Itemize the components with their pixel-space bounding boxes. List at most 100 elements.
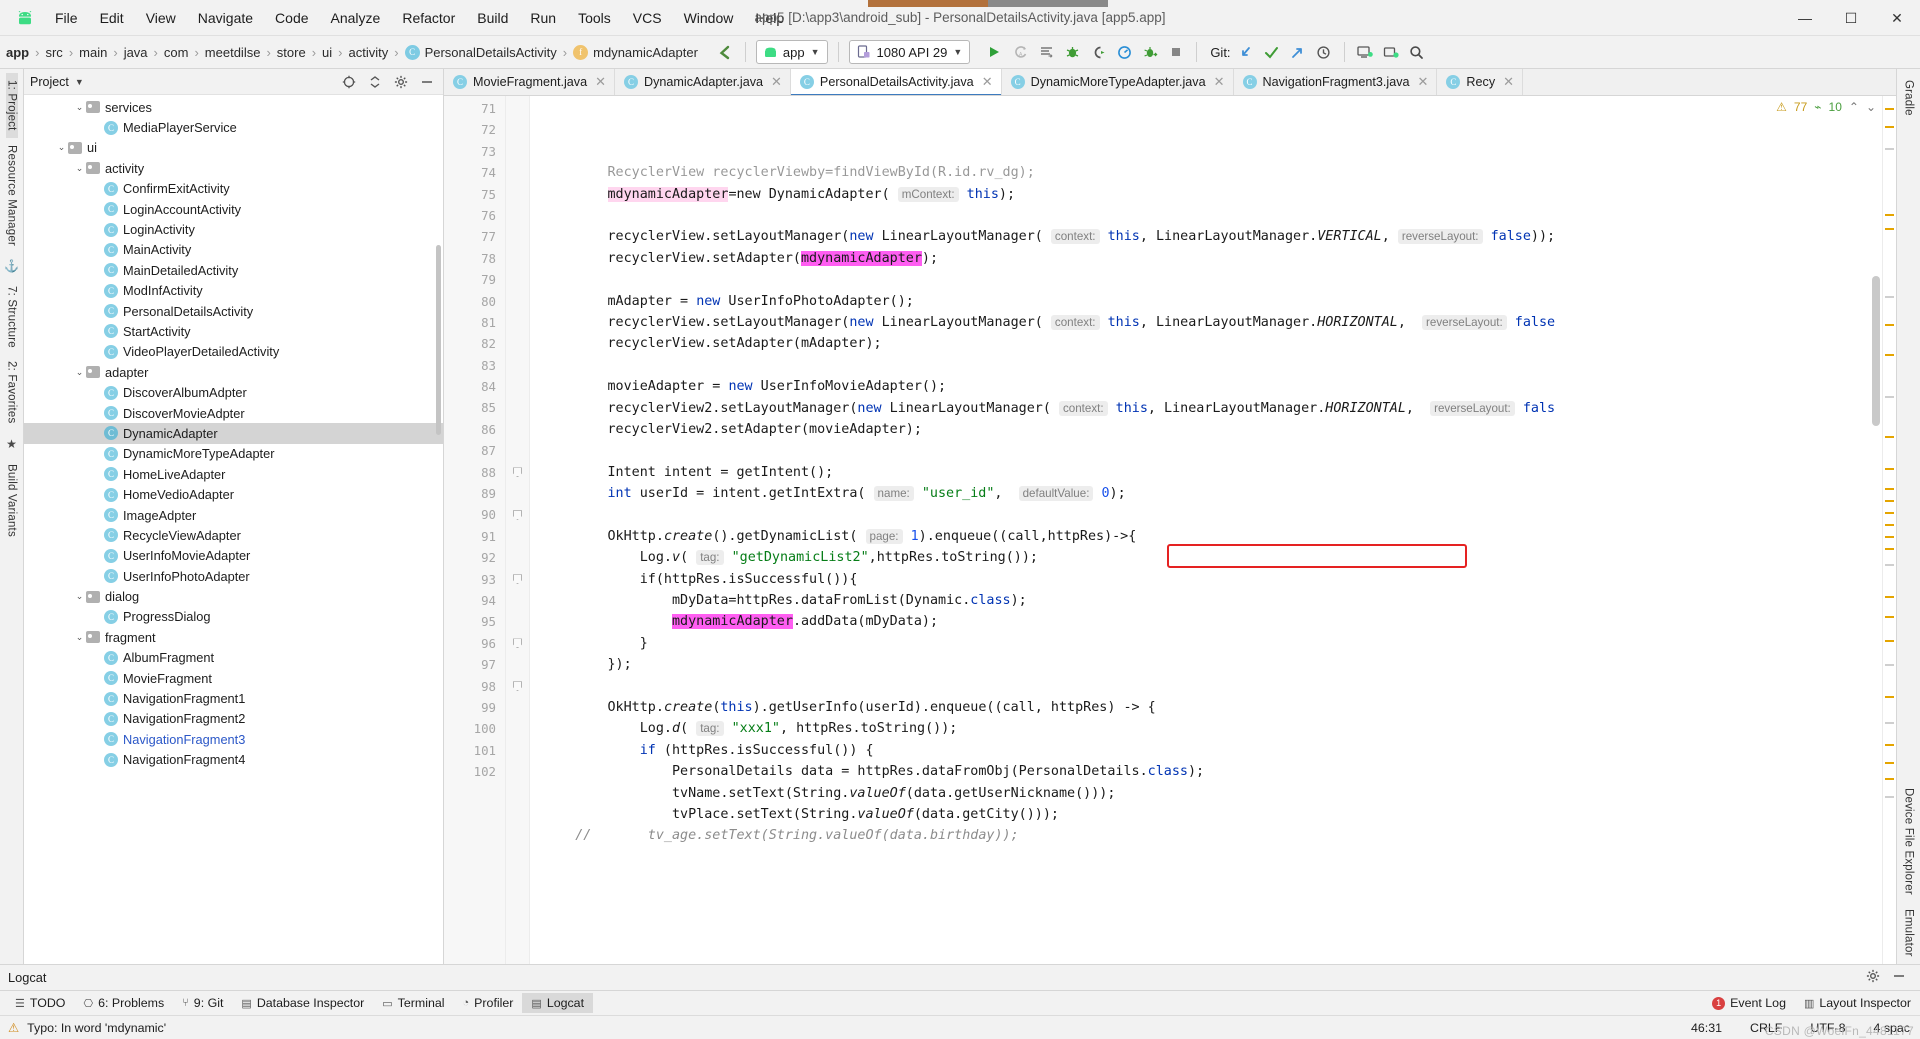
menu-run[interactable]: Run bbox=[519, 5, 567, 31]
maximize-button[interactable]: ☐ bbox=[1828, 0, 1874, 36]
breadcrumb-field[interactable]: f mdynamicAdapter bbox=[571, 44, 700, 60]
menu-file[interactable]: File bbox=[44, 5, 89, 31]
chevron-down-icon[interactable]: ⌄ bbox=[55, 142, 68, 153]
error-stripe-mark[interactable] bbox=[1885, 228, 1894, 230]
menu-view[interactable]: View bbox=[135, 5, 187, 31]
error-stripe-mark[interactable] bbox=[1885, 762, 1894, 764]
rail-item-emulator[interactable]: Emulator bbox=[1903, 902, 1915, 964]
code-line[interactable]: tvPlace.setText(String.valueOf(data.getC… bbox=[530, 804, 1882, 825]
error-stripe-mark[interactable] bbox=[1885, 500, 1894, 502]
editor-tab[interactable]: C PersonalDetailsActivity.java ✕ bbox=[790, 69, 1002, 95]
locate-target-icon[interactable] bbox=[339, 72, 359, 92]
code-line[interactable]: Intent intent = getIntent(); bbox=[530, 462, 1882, 483]
chevron-down-icon[interactable]: ⌄ bbox=[73, 163, 86, 174]
rail-item-structure[interactable]: 7: Structure bbox=[6, 279, 18, 355]
toolwindow-profiler[interactable]: ◔ Profiler bbox=[454, 993, 523, 1013]
chevron-down-icon[interactable]: ⌄ bbox=[73, 102, 86, 113]
tree-node[interactable]: C DynamicAdapter bbox=[24, 423, 443, 444]
tree-node[interactable]: C ProgressDialog bbox=[24, 607, 443, 627]
menu-refactor[interactable]: Refactor bbox=[391, 5, 466, 31]
breadcrumb-store[interactable]: store bbox=[275, 45, 308, 60]
editor-vertical-scrollbar[interactable] bbox=[1872, 276, 1880, 426]
error-stripe-mark[interactable] bbox=[1885, 488, 1894, 490]
apply-code-changes-icon[interactable] bbox=[1033, 40, 1059, 64]
error-stripe-mark[interactable] bbox=[1885, 596, 1894, 598]
fold-marker-icon[interactable] bbox=[506, 504, 529, 525]
error-stripe-mark[interactable] bbox=[1885, 214, 1894, 216]
code-line[interactable]: OkHttp.create().getDynamicList( page: 1)… bbox=[530, 526, 1882, 547]
code-line[interactable]: mdynamicAdapter=new DynamicAdapter( mCon… bbox=[530, 184, 1882, 205]
editor-tab[interactable]: C MovieFragment.java ✕ bbox=[444, 69, 615, 95]
tree-node[interactable]: C DiscoverAlbumAdpter bbox=[24, 382, 443, 402]
error-stripe-mark[interactable] bbox=[1885, 512, 1894, 514]
breadcrumb-activity[interactable]: activity bbox=[347, 45, 391, 60]
fold-marker-icon[interactable] bbox=[506, 676, 529, 697]
fold-gutter[interactable] bbox=[506, 96, 530, 964]
project-tree[interactable]: ⌄ services C MediaPlayerService ⌄ ui ⌄ activity… bbox=[24, 95, 443, 964]
attach-debugger-icon[interactable] bbox=[1085, 40, 1111, 64]
close-tab-icon[interactable]: ✕ bbox=[1214, 74, 1225, 90]
rail-item-resource-manager[interactable]: Resource Manager bbox=[6, 138, 18, 253]
close-tab-icon[interactable]: ✕ bbox=[595, 74, 606, 90]
breadcrumb-src[interactable]: src bbox=[43, 45, 64, 60]
code-line[interactable] bbox=[530, 355, 1882, 376]
breadcrumb-meetdilse[interactable]: meetdilse bbox=[203, 45, 263, 60]
code-line[interactable]: recyclerView2.setLayoutManager(new Linea… bbox=[530, 398, 1882, 419]
tree-node[interactable]: C LoginActivity bbox=[24, 219, 443, 239]
tree-node[interactable]: C ConfirmExitActivity bbox=[24, 179, 443, 199]
code-editor[interactable]: 71 72 73 74 75 76 77 78 79 80 81 82 83 84 85 86 87 88 89 90… bbox=[444, 96, 1896, 964]
tree-node[interactable]: C RecycleViewAdapter bbox=[24, 525, 443, 545]
error-stripe-mark[interactable] bbox=[1885, 436, 1894, 438]
code-line[interactable]: int userId = intent.getIntExtra( name: "… bbox=[530, 483, 1882, 504]
error-stripe-mark[interactable] bbox=[1885, 126, 1894, 128]
menu-tools[interactable]: Tools bbox=[567, 5, 622, 31]
tree-node[interactable]: C AlbumFragment bbox=[24, 648, 443, 668]
code-line[interactable]: Log.d( tag: "xxx1", httpRes.toString()); bbox=[530, 718, 1882, 739]
code-content[interactable]: RecyclerView recyclerViewby=findViewById… bbox=[530, 96, 1882, 964]
tree-node[interactable]: ⌄ dialog bbox=[24, 586, 443, 606]
tree-node[interactable]: C HomeLiveAdapter bbox=[24, 464, 443, 484]
gear-icon[interactable] bbox=[391, 72, 411, 92]
menu-build[interactable]: Build bbox=[466, 5, 519, 31]
code-line[interactable] bbox=[530, 269, 1882, 290]
tree-node[interactable]: C DiscoverMovieAdpter bbox=[24, 403, 443, 423]
tree-node[interactable]: C LoginAccountActivity bbox=[24, 199, 443, 219]
toolwindow-logcat[interactable]: ▤ Logcat bbox=[522, 993, 594, 1013]
error-stripe-mark[interactable] bbox=[1885, 722, 1894, 724]
run-coverage-icon[interactable] bbox=[1137, 40, 1163, 64]
menu-edit[interactable]: Edit bbox=[89, 5, 135, 31]
breadcrumb-main[interactable]: main bbox=[77, 45, 109, 60]
favorites-star-icon[interactable]: ★ bbox=[6, 431, 17, 457]
caret-position[interactable]: 46:31 bbox=[1681, 1021, 1732, 1035]
code-line[interactable] bbox=[530, 205, 1882, 226]
tree-node[interactable]: C NavigationFragment4 bbox=[24, 750, 443, 770]
tree-node[interactable]: C NavigationFragment1 bbox=[24, 688, 443, 708]
code-line[interactable]: }); bbox=[530, 654, 1882, 675]
fold-marker-icon[interactable] bbox=[506, 462, 529, 483]
tree-node[interactable]: C NavigationFragment3 bbox=[24, 729, 443, 749]
chevron-down-icon[interactable]: ⌄ bbox=[73, 632, 86, 643]
toolwindow-todo[interactable]: ☰ TODO bbox=[6, 993, 74, 1013]
close-tab-icon[interactable]: ✕ bbox=[1418, 74, 1429, 90]
rail-item-build-variants[interactable]: Build Variants bbox=[6, 457, 18, 544]
code-line[interactable]: RecyclerView recyclerViewby=findViewById… bbox=[530, 162, 1882, 183]
code-line[interactable]: // tv_age.setText(String.valueOf(data.bi… bbox=[530, 825, 1882, 846]
minimize-button[interactable]: — bbox=[1782, 0, 1828, 36]
tree-node[interactable]: C DynamicMoreTypeAdapter bbox=[24, 444, 443, 464]
error-stripe-mark[interactable] bbox=[1885, 324, 1894, 326]
tree-node[interactable]: ⌄ ui bbox=[24, 138, 443, 158]
code-line[interactable] bbox=[530, 504, 1882, 525]
tree-node[interactable]: ⌄ services bbox=[24, 97, 443, 117]
toolwindow-6-problems[interactable]: ⎔ 6: Problems bbox=[74, 993, 173, 1013]
breadcrumb-app[interactable]: app bbox=[4, 45, 31, 60]
tree-node[interactable]: C UserInfoPhotoAdapter bbox=[24, 566, 443, 586]
fold-marker-icon[interactable] bbox=[506, 569, 529, 590]
layout-inspector-button[interactable]: ▥ Layout Inspector bbox=[1795, 993, 1920, 1013]
code-line[interactable]: mAdapter = new UserInfoPhotoAdapter(); bbox=[530, 291, 1882, 312]
back-arrow-icon[interactable] bbox=[712, 40, 738, 64]
tree-node[interactable]: C UserInfoMovieAdapter bbox=[24, 546, 443, 566]
event-log-button[interactable]: 1 Event Log bbox=[1703, 993, 1795, 1013]
close-tab-icon[interactable]: ✕ bbox=[1503, 74, 1514, 90]
gear-icon[interactable] bbox=[1860, 969, 1886, 986]
hide-panel-icon[interactable] bbox=[1886, 969, 1912, 986]
